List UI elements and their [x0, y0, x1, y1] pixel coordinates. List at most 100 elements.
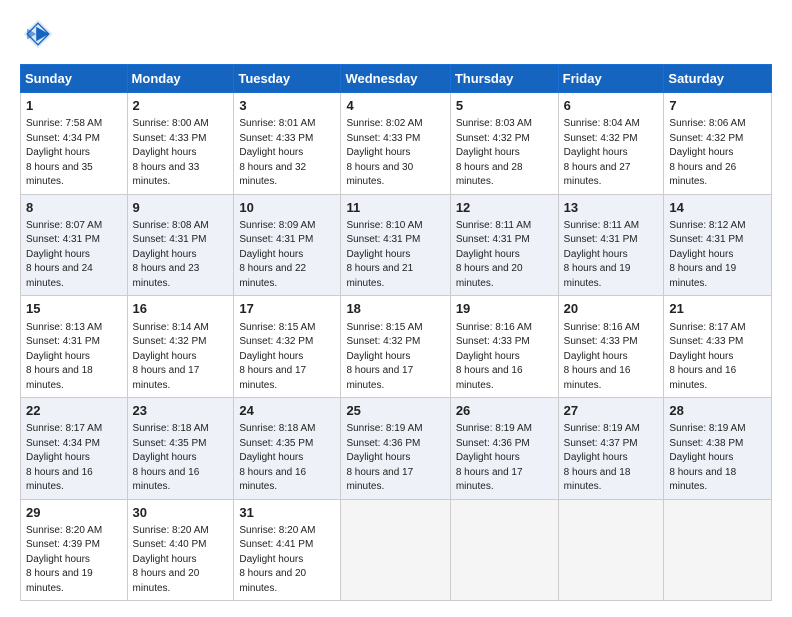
day-number: 7 — [669, 97, 766, 115]
cell-content: Sunrise: 8:06 AMSunset: 4:32 PMDaylight … — [669, 117, 766, 190]
cell-content: Sunrise: 8:03 AMSunset: 4:32 PMDaylight … — [456, 117, 553, 190]
calendar-cell: 20 Sunrise: 8:16 AMSunset: 4:33 PMDayligh… — [558, 296, 664, 398]
calendar-week-2: 8Sunrise: 8:07 AMSunset: 4:31 PMDaylight… — [21, 194, 772, 296]
cell-content: Sunrise: 8:14 AMSunset: 4:32 PMDaylight … — [133, 321, 229, 394]
cell-content: Sunrise: 8:10 AMSunset: 4:31 PMDaylight … — [346, 219, 444, 292]
calendar-cell: 1 Sunrise: 7:58 AMSunset: 4:34 PMDaylight… — [21, 93, 128, 195]
header-thursday: Thursday — [450, 65, 558, 93]
calendar-cell — [450, 499, 558, 601]
calendar-table: SundayMondayTuesdayWednesdayThursdayFrid… — [20, 64, 772, 601]
day-number: 10 — [239, 199, 335, 217]
calendar-cell: 12 Sunrise: 8:11 AMSunset: 4:31 PMDayligh… — [450, 194, 558, 296]
day-number: 15 — [26, 300, 122, 318]
cell-content: Sunrise: 8:20 AMSunset: 4:41 PMDaylight … — [239, 524, 335, 597]
calendar-cell: 10 Sunrise: 8:09 AMSunset: 4:31 PMDayligh… — [234, 194, 341, 296]
day-number: 29 — [26, 504, 122, 522]
header-friday: Friday — [558, 65, 664, 93]
logo — [20, 16, 62, 52]
cell-content: Sunrise: 8:01 AMSunset: 4:33 PMDaylight … — [239, 117, 335, 190]
calendar-cell — [664, 499, 772, 601]
calendar-cell: 27 Sunrise: 8:19 AMSunset: 4:37 PMDayligh… — [558, 398, 664, 500]
header-saturday: Saturday — [664, 65, 772, 93]
day-number: 19 — [456, 300, 553, 318]
calendar-cell — [341, 499, 450, 601]
calendar-cell: 28 Sunrise: 8:19 AMSunset: 4:38 PMDayligh… — [664, 398, 772, 500]
cell-content: Sunrise: 8:13 AMSunset: 4:31 PMDaylight … — [26, 321, 122, 394]
calendar-cell: 9 Sunrise: 8:08 AMSunset: 4:31 PMDaylight… — [127, 194, 234, 296]
day-number: 9 — [133, 199, 229, 217]
calendar-cell: 24 Sunrise: 8:18 AMSunset: 4:35 PMDayligh… — [234, 398, 341, 500]
day-number: 21 — [669, 300, 766, 318]
cell-content: Sunrise: 8:12 AMSunset: 4:31 PMDaylight … — [669, 219, 766, 292]
calendar-cell — [558, 499, 664, 601]
day-number: 23 — [133, 402, 229, 420]
day-number: 13 — [564, 199, 659, 217]
calendar-cell: 16 Sunrise: 8:14 AMSunset: 4:32 PMDayligh… — [127, 296, 234, 398]
day-number: 18 — [346, 300, 444, 318]
calendar-cell: 23 Sunrise: 8:18 AMSunset: 4:35 PMDayligh… — [127, 398, 234, 500]
cell-content: Sunrise: 8:00 AMSunset: 4:33 PMDaylight … — [133, 117, 229, 190]
calendar-cell: 11Sunrise: 8:10 AMSunset: 4:31 PMDayligh… — [341, 194, 450, 296]
day-number: 30 — [133, 504, 229, 522]
calendar-cell: 8Sunrise: 8:07 AMSunset: 4:31 PMDaylight… — [21, 194, 128, 296]
day-number: 27 — [564, 402, 659, 420]
calendar-cell: 2 Sunrise: 8:00 AMSunset: 4:33 PMDaylight… — [127, 93, 234, 195]
cell-content: Sunrise: 8:19 AMSunset: 4:38 PMDaylight … — [669, 422, 766, 495]
day-number: 14 — [669, 199, 766, 217]
calendar-cell: 22Sunrise: 8:17 AMSunset: 4:34 PMDayligh… — [21, 398, 128, 500]
day-number: 28 — [669, 402, 766, 420]
calendar-header-row: SundayMondayTuesdayWednesdayThursdayFrid… — [21, 65, 772, 93]
day-number: 1 — [26, 97, 122, 115]
calendar-cell: 17 Sunrise: 8:15 AMSunset: 4:32 PMDayligh… — [234, 296, 341, 398]
header-monday: Monday — [127, 65, 234, 93]
day-number: 22 — [26, 402, 122, 420]
cell-content: Sunrise: 8:18 AMSunset: 4:35 PMDaylight … — [239, 422, 335, 495]
calendar-week-4: 22Sunrise: 8:17 AMSunset: 4:34 PMDayligh… — [21, 398, 772, 500]
calendar-cell: 29 Sunrise: 8:20 AMSunset: 4:39 PMDayligh… — [21, 499, 128, 601]
cell-content: Sunrise: 8:20 AMSunset: 4:40 PMDaylight … — [133, 524, 229, 597]
header — [20, 16, 772, 52]
page: SundayMondayTuesdayWednesdayThursdayFrid… — [0, 0, 792, 617]
cell-content: Sunrise: 8:19 AMSunset: 4:36 PMDaylight … — [456, 422, 553, 495]
day-number: 17 — [239, 300, 335, 318]
cell-content: Sunrise: 7:58 AMSunset: 4:34 PMDaylight … — [26, 117, 122, 190]
calendar-cell: 21 Sunrise: 8:17 AMSunset: 4:33 PMDayligh… — [664, 296, 772, 398]
cell-content: Sunrise: 8:16 AMSunset: 4:33 PMDaylight … — [564, 321, 659, 394]
calendar-cell: 18 Sunrise: 8:15 AMSunset: 4:32 PMDayligh… — [341, 296, 450, 398]
cell-content: Sunrise: 8:16 AMSunset: 4:33 PMDaylight … — [456, 321, 553, 394]
day-number: 20 — [564, 300, 659, 318]
cell-content: Sunrise: 8:11 AMSunset: 4:31 PMDaylight … — [456, 219, 553, 292]
calendar-cell: 7 Sunrise: 8:06 AMSunset: 4:32 PMDaylight… — [664, 93, 772, 195]
cell-content: Sunrise: 8:04 AMSunset: 4:32 PMDaylight … — [564, 117, 659, 190]
day-number: 5 — [456, 97, 553, 115]
cell-content: Sunrise: 8:17 AMSunset: 4:33 PMDaylight … — [669, 321, 766, 394]
header-sunday: Sunday — [21, 65, 128, 93]
cell-content: Sunrise: 8:19 AMSunset: 4:37 PMDaylight … — [564, 422, 659, 495]
calendar-week-3: 15 Sunrise: 8:13 AMSunset: 4:31 PMDayligh… — [21, 296, 772, 398]
calendar-cell: 6Sunrise: 8:04 AMSunset: 4:32 PMDaylight… — [558, 93, 664, 195]
day-number: 3 — [239, 97, 335, 115]
header-tuesday: Tuesday — [234, 65, 341, 93]
day-number: 4 — [346, 97, 444, 115]
cell-content: Sunrise: 8:15 AMSunset: 4:32 PMDaylight … — [346, 321, 444, 394]
day-number: 2 — [133, 97, 229, 115]
day-number: 16 — [133, 300, 229, 318]
day-number: 25 — [346, 402, 444, 420]
cell-content: Sunrise: 8:07 AMSunset: 4:31 PMDaylight … — [26, 219, 122, 292]
cell-content: Sunrise: 8:18 AMSunset: 4:35 PMDaylight … — [133, 422, 229, 495]
calendar-cell: 14 Sunrise: 8:12 AMSunset: 4:31 PMDayligh… — [664, 194, 772, 296]
calendar-cell: 19 Sunrise: 8:16 AMSunset: 4:33 PMDayligh… — [450, 296, 558, 398]
cell-content: Sunrise: 8:09 AMSunset: 4:31 PMDaylight … — [239, 219, 335, 292]
cell-content: Sunrise: 8:15 AMSunset: 4:32 PMDaylight … — [239, 321, 335, 394]
cell-content: Sunrise: 8:11 AMSunset: 4:31 PMDaylight … — [564, 219, 659, 292]
day-number: 12 — [456, 199, 553, 217]
cell-content: Sunrise: 8:08 AMSunset: 4:31 PMDaylight … — [133, 219, 229, 292]
day-number: 24 — [239, 402, 335, 420]
cell-content: Sunrise: 8:20 AMSunset: 4:39 PMDaylight … — [26, 524, 122, 597]
calendar-cell: 3 Sunrise: 8:01 AMSunset: 4:33 PMDaylight… — [234, 93, 341, 195]
calendar-cell: 30 Sunrise: 8:20 AMSunset: 4:40 PMDayligh… — [127, 499, 234, 601]
calendar-week-5: 29 Sunrise: 8:20 AMSunset: 4:39 PMDayligh… — [21, 499, 772, 601]
calendar-cell: 4Sunrise: 8:02 AMSunset: 4:33 PMDaylight… — [341, 93, 450, 195]
calendar-cell: 5 Sunrise: 8:03 AMSunset: 4:32 PMDaylight… — [450, 93, 558, 195]
calendar-cell: 15 Sunrise: 8:13 AMSunset: 4:31 PMDayligh… — [21, 296, 128, 398]
